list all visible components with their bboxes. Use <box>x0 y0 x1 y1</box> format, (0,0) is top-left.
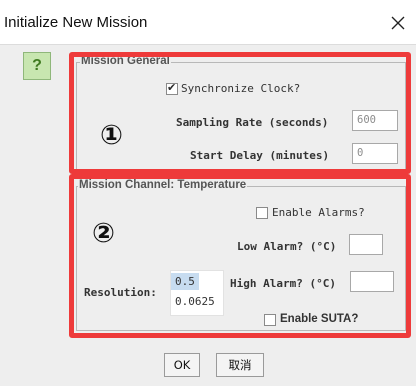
start-delay-label: Start Delay (minutes) <box>190 149 330 162</box>
close-button[interactable] <box>380 6 416 40</box>
enable-alarms-checkbox[interactable] <box>256 207 268 219</box>
sampling-rate-input[interactable]: 600 <box>352 110 398 131</box>
enable-alarms-label: Enable Alarms? <box>272 206 365 219</box>
start-delay-input[interactable]: 0 <box>352 143 398 164</box>
title-bar: Initialize New Mission <box>0 0 416 44</box>
cancel-button[interactable]: 取消 <box>216 353 264 377</box>
section-badge-2: ② <box>92 218 115 249</box>
resolution-list[interactable]: 0.5 0.0625 <box>170 270 224 316</box>
low-alarm-label: Low Alarm? (°C) <box>237 240 337 253</box>
sampling-rate-label: Sampling Rate (seconds) <box>176 116 329 129</box>
section-badge-1: ① <box>100 120 123 151</box>
high-alarm-input[interactable] <box>350 271 394 292</box>
synchronize-clock-checkbox[interactable] <box>166 81 178 95</box>
synchronize-clock-label: Synchronize Clock? <box>181 82 301 95</box>
low-alarm-input[interactable] <box>349 234 383 255</box>
resolution-option[interactable]: 0.0625 <box>171 293 219 310</box>
resolution-option-selected[interactable]: 0.5 <box>171 273 199 290</box>
enable-suta-checkbox[interactable] <box>264 314 276 326</box>
dialog-title: Initialize New Mission <box>4 14 148 31</box>
help-button[interactable]: ? <box>23 52 51 80</box>
initialize-mission-dialog: Initialize New Mission ? Mission General… <box>0 0 416 386</box>
ok-button[interactable]: OK <box>164 353 200 377</box>
resolution-label: Resolution: <box>84 286 157 299</box>
mission-general-title: Mission General <box>80 55 171 67</box>
high-alarm-label: High Alarm? (°C) <box>230 277 336 290</box>
enable-suta-label: Enable SUTA? <box>280 313 359 325</box>
close-icon <box>391 16 405 30</box>
mission-channel-title: Mission Channel: Temperature <box>78 179 248 191</box>
